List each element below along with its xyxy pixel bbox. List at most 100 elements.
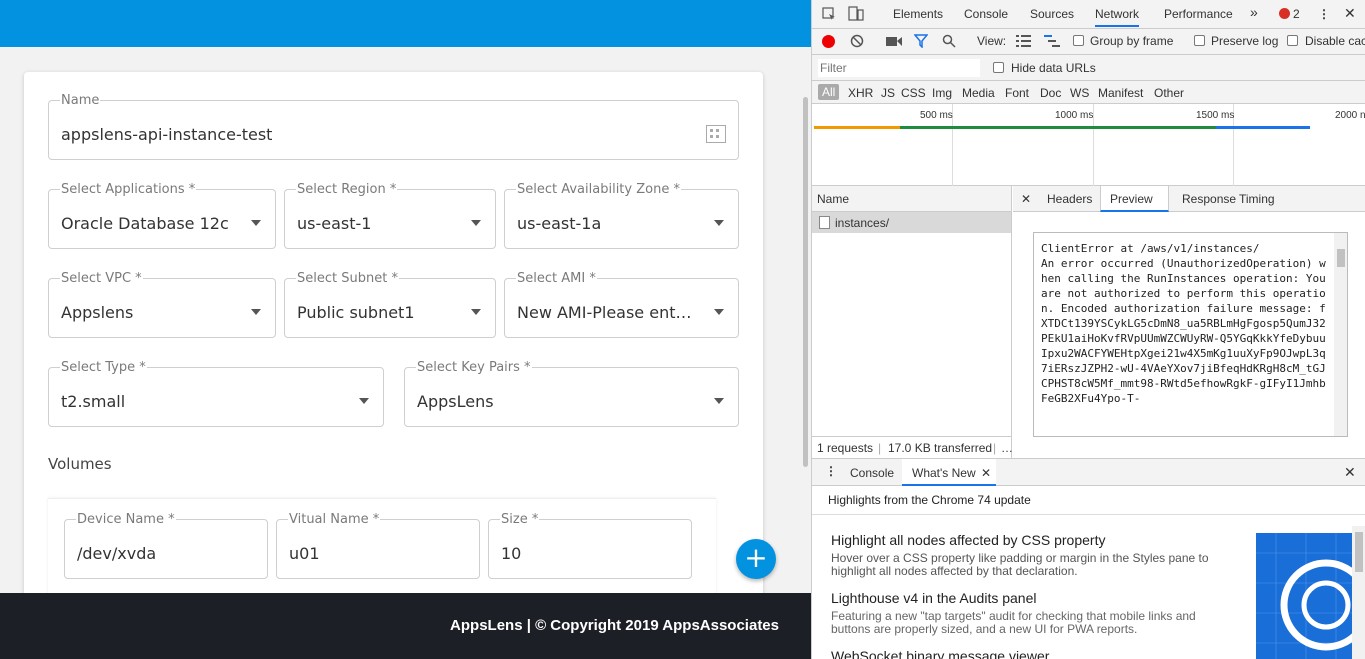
device-toolbar-icon[interactable]	[848, 6, 864, 22]
whats-new-panel: Highlights from the Chrome 74 update Hig…	[812, 486, 1365, 659]
size-field[interactable]: Size * 10	[488, 513, 692, 579]
type-label: Select Type *	[60, 360, 147, 375]
name-header-label: Name	[817, 192, 850, 206]
ami-select[interactable]: Select AMI * New AMI-Please enter ...	[504, 272, 739, 338]
virtual-name-value: u01	[289, 544, 320, 563]
capture-screenshots-icon[interactable]	[886, 36, 902, 47]
drawer-menu-icon[interactable]: ⋮	[825, 464, 837, 478]
close-devtools-icon[interactable]: ✕	[1344, 5, 1356, 22]
type-media[interactable]: Media	[962, 86, 995, 100]
region-value: us-east-1	[297, 214, 372, 233]
tab-preview[interactable]: Preview	[1110, 192, 1153, 206]
large-rows-icon[interactable]	[1016, 35, 1031, 47]
tab-timing[interactable]: Timing	[1239, 192, 1275, 206]
tab-headers[interactable]: Headers	[1047, 192, 1092, 206]
availability-zone-select[interactable]: Select Availability Zone * us-east-1a	[504, 183, 739, 249]
filter-icon[interactable]	[914, 34, 928, 48]
ami-label: Select AMI *	[516, 271, 597, 286]
dropdown-arrow-icon	[714, 220, 724, 226]
close-details-icon[interactable]: ✕	[1021, 192, 1031, 206]
error-icon	[1279, 8, 1290, 19]
inspect-element-icon[interactable]	[822, 7, 836, 21]
timeline-tick: 1000 ms	[1055, 110, 1094, 121]
tab-console[interactable]: Console	[964, 7, 1008, 21]
status-more: …	[1001, 441, 1013, 455]
network-toolbar: View: Group by frame Preserve log Disabl…	[812, 29, 1365, 55]
response-preview[interactable]: ClientError at /aws/v1/instances/ An err…	[1033, 232, 1348, 437]
region-label: Select Region *	[296, 182, 398, 197]
drawer-tab-whats-new[interactable]: What's New	[912, 466, 976, 480]
filter-bar: Hide data URLs	[812, 55, 1365, 81]
type-select[interactable]: Select Type * t2.small	[48, 361, 384, 427]
status-separator: |	[878, 441, 882, 455]
error-count[interactable]: 2	[1293, 7, 1300, 21]
close-tab-icon[interactable]: ✕	[981, 466, 991, 480]
type-doc[interactable]: Doc	[1040, 86, 1061, 100]
filter-input[interactable]	[818, 59, 980, 77]
devtools-tab-bar: Elements Console Sources Network Perform…	[812, 0, 1365, 29]
preview-scrollbar[interactable]	[1334, 233, 1347, 436]
tab-performance[interactable]: Performance	[1164, 7, 1233, 21]
applications-select[interactable]: Select Applications * Oracle Database 12…	[48, 183, 276, 249]
building-icon	[706, 125, 726, 143]
view-label: View:	[977, 34, 1007, 48]
type-js[interactable]: JS	[881, 86, 895, 100]
applications-value: Oracle Database 12c	[61, 214, 229, 233]
network-overview-timeline[interactable]: 500 ms 1000 ms 1500 ms 2000 n	[812, 104, 1365, 186]
add-volume-button[interactable]: +	[736, 539, 776, 579]
more-tabs-button[interactable]: »	[1250, 4, 1258, 20]
record-icon[interactable]	[822, 35, 835, 48]
whats-new-item-title[interactable]: WebSocket binary message viewer	[831, 648, 1049, 659]
timeline-waiting-bar	[814, 126, 900, 129]
volume-card: Device Name * /dev/xvda Vitual Name * u0…	[48, 498, 716, 608]
whats-new-header: Highlights from the Chrome 74 update	[828, 493, 1031, 507]
virtual-name-field[interactable]: Vitual Name * u01	[276, 513, 480, 579]
type-img[interactable]: Img	[932, 86, 952, 100]
request-list: instances/	[812, 212, 1012, 436]
vpc-select[interactable]: Select VPC * Appslens	[48, 272, 276, 338]
region-select[interactable]: Select Region * us-east-1	[284, 183, 496, 249]
dropdown-arrow-icon	[471, 309, 481, 315]
search-icon[interactable]	[942, 34, 956, 48]
page-scrollbar[interactable]	[799, 47, 811, 593]
tab-sources[interactable]: Sources	[1030, 7, 1074, 21]
tab-elements[interactable]: Elements	[893, 7, 943, 21]
hide-data-urls-checkbox[interactable]	[993, 62, 1004, 73]
clear-icon[interactable]	[850, 34, 864, 48]
type-xhr[interactable]: XHR	[848, 86, 873, 100]
devtools-menu-icon[interactable]: ⋮	[1318, 7, 1330, 21]
disable-cache-label: Disable cac	[1305, 34, 1365, 48]
type-all[interactable]: All	[818, 84, 840, 100]
group-by-frame-checkbox[interactable]	[1073, 35, 1084, 46]
type-ws[interactable]: WS	[1070, 86, 1089, 100]
whats-new-item-desc: Hover over a CSS property like padding o…	[831, 551, 1209, 578]
transferred-size: 17.0 KB transferred	[888, 441, 993, 455]
type-css[interactable]: CSS	[901, 86, 926, 100]
name-field[interactable]: Name appslens-api-instance-test	[48, 94, 739, 160]
type-manifest[interactable]: Manifest	[1098, 86, 1143, 100]
name-column-header[interactable]: Name	[812, 186, 1012, 212]
disable-cache-checkbox[interactable]	[1287, 35, 1298, 46]
tab-response[interactable]: Response	[1182, 192, 1236, 206]
key-pairs-label: Select Key Pairs *	[416, 360, 532, 375]
vpc-label: Select VPC *	[60, 271, 143, 286]
whats-new-item-desc: Featuring a new "tap targets" audit for …	[831, 609, 1196, 636]
device-name-field[interactable]: Device Name * /dev/xvda	[64, 513, 268, 579]
whats-new-item-title[interactable]: Lighthouse v4 in the Audits panel	[831, 590, 1037, 606]
type-other[interactable]: Other	[1154, 86, 1184, 100]
subnet-select[interactable]: Select Subnet * Public subnet1	[284, 272, 496, 338]
preserve-log-checkbox[interactable]	[1194, 35, 1205, 46]
waterfall-icon[interactable]	[1044, 35, 1060, 47]
tab-network[interactable]: Network	[1095, 7, 1140, 27]
drawer-scrollbar[interactable]	[1352, 526, 1365, 659]
request-count: 1 requests	[817, 441, 874, 455]
type-font[interactable]: Font	[1005, 86, 1029, 100]
key-pairs-select[interactable]: Select Key Pairs * AppsLens	[404, 361, 739, 427]
availability-zone-label: Select Availability Zone *	[516, 182, 681, 197]
drawer-tab-console[interactable]: Console	[850, 466, 894, 480]
request-row[interactable]: instances/	[812, 212, 1011, 233]
close-drawer-icon[interactable]: ✕	[1344, 464, 1356, 481]
whats-new-item-title[interactable]: Highlight all nodes affected by CSS prop…	[831, 532, 1105, 548]
footer-copyright: AppsLens | © Copyright 2019 AppsAssociat…	[450, 617, 779, 634]
app-page: Name appslens-api-instance-test Select A…	[0, 0, 811, 659]
